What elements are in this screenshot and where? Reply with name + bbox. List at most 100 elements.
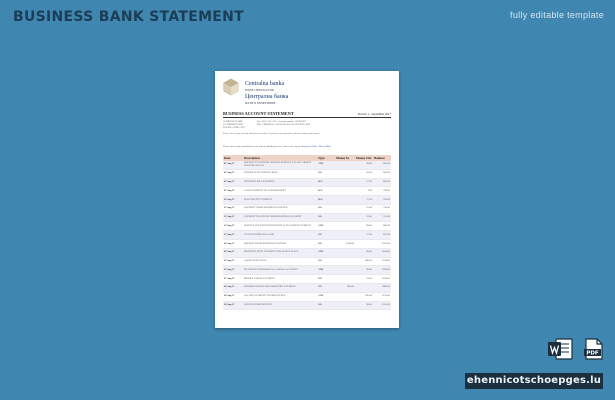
pdf-document-icon[interactable]: PDF	[582, 337, 606, 361]
cell-description: SALARY PAYMENT TO EMPLOYEES	[243, 292, 317, 302]
cell-balance: 803.00	[373, 178, 391, 188]
cell-date: 20 Aug 17	[223, 248, 243, 258]
cell-description: ONLINE SUBSCRIPTION	[243, 301, 317, 311]
cell-date: 22 Aug 17	[223, 257, 243, 267]
pdf-icon-label: PDF	[586, 351, 599, 357]
cell-money-in	[335, 169, 355, 179]
table-row: 13 Aug 17 PAYMENT TRANSFER FROM BUSINESS …	[223, 213, 391, 223]
cell-money-in	[335, 161, 355, 170]
cell-money-out: 98.00	[355, 265, 373, 276]
cell-money-in: 685.00	[335, 283, 355, 293]
word-document-icon[interactable]	[547, 337, 573, 361]
cell-description: DEPOSIT CASH FROM ABROAD SERVICE SALARY …	[243, 161, 317, 170]
cell-type: DD	[317, 301, 335, 311]
cell-money-out: 17.50	[355, 178, 373, 188]
note-link[interactable]: Statement Order / Direct Mails	[301, 145, 331, 148]
cell-money-in	[335, 248, 355, 258]
cell-balance: 1334.00	[373, 257, 391, 267]
divider	[223, 117, 391, 118]
cell-balance: 801.00	[373, 169, 391, 179]
page-title: BUSINESS BANK STATEMENT	[13, 9, 245, 25]
cell-money-in	[335, 204, 355, 214]
bank-name-latin: Centralna banka	[245, 81, 285, 87]
cell-money-out: 25.00	[355, 204, 373, 214]
cell-money-out: 7.80	[355, 186, 373, 197]
cell-money-out: 98.00	[355, 248, 373, 258]
cell-description: INTERNAL TRANSFER FROM	[243, 169, 317, 179]
cell-money-out: 20.00	[355, 169, 373, 179]
cell-money-out: 480.00	[355, 257, 373, 267]
cell-type: ATM	[317, 248, 335, 258]
cell-date: 28 Aug 17	[223, 292, 243, 302]
table-row: 20 Aug 17 MONTHLY RENT PAYMENT FOR OFFICE…	[223, 248, 391, 258]
cell-money-out: 98.00	[355, 221, 373, 232]
cell-balance: 1814.00	[373, 248, 391, 258]
table-row: 05 Aug 17 INTERNET BILL PAYMENT BGC 17.50 80…	[223, 178, 391, 188]
cell-type: ATM	[317, 161, 335, 170]
cell-type: DD	[317, 257, 335, 267]
cell-type: BGC	[317, 186, 335, 197]
table-row: 30 Aug 17 ONLINE SUBSCRIPTION DD 98.00 1021.…	[223, 301, 391, 311]
cell-balance: 672.00	[373, 230, 391, 241]
cell-description: MONTHLY RENT PAYMENT FOR OFFICE SPACE	[243, 248, 317, 258]
cell-money-out: 98.00	[355, 301, 373, 311]
account-info-line: BIC: CBBHBA22 - IBAN BA39 1234 5678 9012…	[257, 123, 311, 127]
table-row: 07 Aug 17 CARD PAYMENT TO SUPERMARKET BGC 7…	[223, 186, 391, 197]
cell-balance: 1909.00	[373, 283, 391, 293]
cell-balance: 1021.00	[373, 301, 391, 311]
table-row: 25 Aug 17 MOBILE PHONE PAYMENT DD 12.00 1224…	[223, 274, 391, 284]
cell-date: 12 Aug 17	[223, 204, 243, 214]
cell-balance: 1119.00	[373, 292, 391, 302]
cell-date: 05 Aug 17	[223, 178, 243, 188]
cell-balance: 801.00	[373, 161, 391, 170]
cell-money-out: 98.00	[355, 161, 373, 170]
cell-money-out	[355, 239, 373, 249]
note-text: Please check your transactions at our in…	[223, 145, 302, 148]
transactions-table: Date Description Type Money In Money Out…	[223, 155, 391, 311]
cell-balance: 730.00	[373, 204, 391, 214]
cell-description: MOBILE PHONE PAYMENT	[243, 274, 317, 284]
cell-money-in	[335, 301, 355, 311]
table-row: 23 Aug 17 TRANSFER TO PERSONAL SAVINGS AC…	[223, 265, 391, 276]
cell-date: 26 Aug 17	[223, 283, 243, 293]
cell-money-out: 17.50	[355, 230, 373, 241]
cell-balance: 1224.00	[373, 274, 391, 284]
table-row: 10 Aug 17 ELECTRICITY PAYMENT BGC 17.50 750.…	[223, 195, 391, 205]
cell-date: 13 Aug 17	[223, 213, 243, 223]
cell-type: BGC	[317, 195, 335, 205]
cell-date: 25 Aug 17	[223, 274, 243, 284]
cell-date: 30 Aug 17	[223, 301, 243, 311]
page-subtitle: fully editable template	[510, 10, 604, 20]
account-info: Ref: 0123 / 45 / 678 - Account number 12…	[257, 120, 310, 126]
bank-subtitle-cyrillic: БОСНЕ И ХЕРЦЕГОВИНЕ	[245, 102, 276, 105]
cell-money-in	[335, 265, 355, 276]
cell-description: INTERNET BILL PAYMENT	[243, 178, 317, 188]
cell-type: BGC	[317, 178, 335, 188]
cell-description: BUSINESS INSURANCE MONTHLY PAYMENT	[243, 283, 317, 293]
company-info: COMPANY NAME 10 ADDRESS LINE POSTAL CODE…	[223, 120, 245, 130]
website-banner[interactable]: ehennicotschoepges.lu	[465, 373, 603, 389]
cell-date: 01 Aug 17	[223, 161, 243, 170]
statement-title: BUSINESS ACCOUNT STATEMENT	[223, 111, 294, 116]
cell-date: 07 Aug 17	[223, 186, 243, 197]
cell-description: DEPOSIT FROM BUSINESS PARTNER	[243, 239, 317, 249]
cell-balance: 790.00	[373, 186, 391, 197]
cell-money-in	[335, 292, 355, 302]
cell-money-in	[335, 195, 355, 205]
table-row: 28 Aug 17 SALARY PAYMENT TO EMPLOYEES ATM 7…	[223, 292, 391, 302]
cell-description: GOODS PURCHASE	[243, 257, 317, 267]
bank-logo-icon	[223, 78, 239, 96]
cell-money-in	[335, 221, 355, 232]
cell-date: 14 Aug 17	[223, 221, 243, 232]
cell-type: ATM	[317, 292, 335, 302]
cell-balance: 1912.00	[373, 239, 391, 249]
statement-note: Please check your account statement care…	[223, 132, 321, 135]
cell-description: PAYMENT FROM BUSINESS PARTNER	[243, 204, 317, 214]
cell-description: ELECTRICITY PAYMENT	[243, 195, 317, 205]
table-row: 14 Aug 17 SERVICE FEE FOR INTERNATIONAL T…	[223, 221, 391, 232]
table-row: 02 Aug 17 INTERNAL TRANSFER FROM DD 20.00 80…	[223, 169, 391, 179]
table-row: 15 Aug 17 CASH WITHDRAWAL ATM DD 17.50 672.0…	[223, 230, 391, 241]
cell-description: TRANSFER TO PERSONAL SAVINGS ACCOUNT	[243, 265, 317, 276]
statement-document-preview[interactable]: Centralna banka BOSNE I HERCEGOVINE Цент…	[215, 71, 399, 328]
cell-date: 23 Aug 17	[223, 265, 243, 276]
